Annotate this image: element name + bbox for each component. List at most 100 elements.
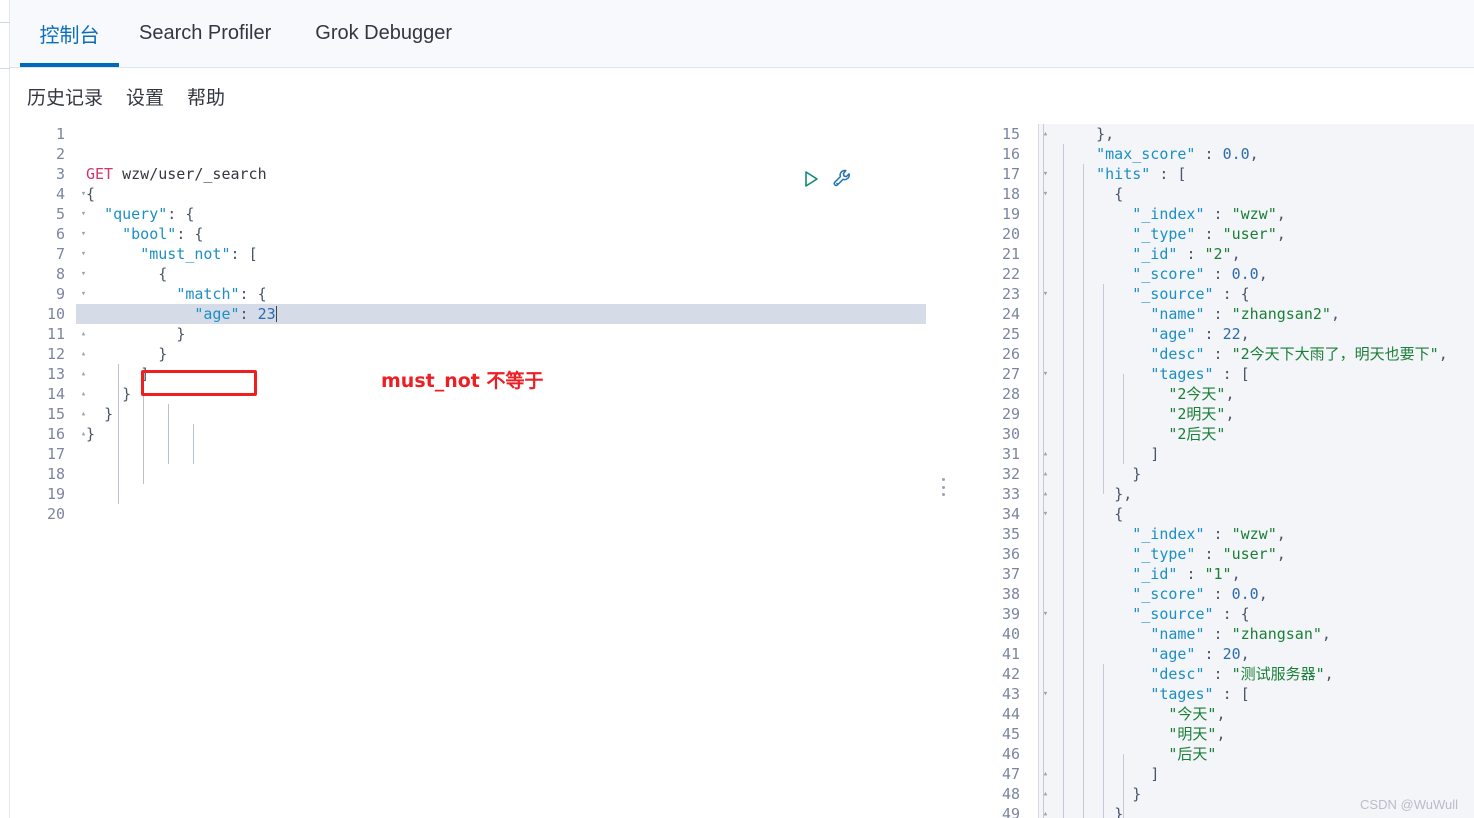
fold-toggle-icon[interactable]: ▾ — [1040, 164, 1051, 184]
tab-search-profiler[interactable]: Search Profiler — [137, 0, 273, 67]
line-number: 35 — [1001, 525, 1020, 543]
line-number: 16 ▴ — [10, 424, 86, 444]
code-line: { — [1114, 505, 1124, 523]
fold-toggle-icon[interactable]: ▾ — [1040, 184, 1051, 204]
fold-toggle-icon[interactable]: ▾ — [1040, 504, 1051, 524]
line-number: 12 ▴ — [10, 344, 86, 364]
line-number: 17 — [46, 445, 65, 463]
wrench-icon[interactable] — [832, 168, 854, 190]
code-line: "明天", — [1168, 725, 1226, 743]
line-number: 34 ▾ — [965, 504, 1048, 524]
line-number: 2 — [55, 145, 65, 163]
fold-toggle-icon[interactable]: ▴ — [1040, 444, 1051, 464]
line-number: 13 ▴ — [10, 364, 86, 384]
line-number: 36 — [1001, 545, 1020, 563]
line-number: 20 — [46, 505, 65, 523]
line-number: 11 ▴ — [10, 324, 86, 344]
fold-toggle-icon[interactable]: ▴ — [1040, 484, 1051, 504]
code-line: { — [1114, 185, 1124, 203]
code-line: "2今天", — [1168, 385, 1235, 403]
code-line: "2明天", — [1168, 405, 1235, 423]
code-line: "name" : "zhangsan", — [1150, 625, 1331, 643]
left-edge-rail — [0, 0, 10, 818]
tab-grok-debugger[interactable]: Grok Debugger — [313, 0, 454, 67]
code-line: ] — [1150, 765, 1160, 783]
line-number: 3 — [55, 165, 65, 183]
code-line: "name" : "zhangsan2", — [1150, 305, 1340, 323]
fold-toggle-icon[interactable]: ▴ — [1040, 464, 1051, 484]
response-gutter: 15 ▴ 16 17 ▾ 18 ▾ 19 20 21 22 23 ▾ 24 25 26 27 ▾ 28 29 30 31 ▴… — [965, 124, 1048, 818]
fold-toggle-icon[interactable]: ▴ — [1040, 764, 1051, 784]
line-number: 4 ▾ — [10, 184, 86, 204]
play-triangle-icon[interactable] — [802, 170, 820, 188]
code-line: } — [1132, 465, 1142, 483]
code-line: }, — [1096, 125, 1115, 143]
fold-toggle-icon[interactable]: ▴ — [1040, 784, 1051, 804]
code-line: "tages" : [ — [1150, 685, 1250, 703]
code-line: "match": { — [176, 285, 267, 303]
code-line: "hits" : [ — [1096, 165, 1187, 183]
line-number: 43 ▾ — [965, 684, 1048, 704]
subnav-help[interactable]: 帮助 — [187, 83, 225, 110]
code-line: "_source" : { — [1132, 285, 1250, 303]
line-number: 48 ▴ — [965, 784, 1048, 804]
code-line: } — [86, 425, 96, 443]
fold-toggle-icon[interactable]: ▾ — [1040, 364, 1051, 384]
response-pane: 15 ▴ 16 17 ▾ 18 ▾ 19 20 21 22 23 ▾ 24 25 26 27 ▾ 28 29 30 31 ▴… — [965, 124, 1474, 818]
subnav-settings[interactable]: 设置 — [126, 83, 164, 110]
line-number: 19 — [46, 485, 65, 503]
pane-resize-handle[interactable] — [936, 476, 950, 498]
code-line: "age" : 22, — [1150, 325, 1250, 343]
console-split-view: 1 2 3 4 ▾ 5 ▾ 6 ▾ 7 ▾ 8 ▾ 9 ▾ 10 11 ▴ 12 ▴ 13 ▴ 14 ▴ 15 ▴ 16 ▴ 17 18 1… — [10, 124, 1474, 818]
line-number: 18 ▾ — [965, 184, 1048, 204]
line-number: 6 ▾ — [10, 224, 86, 244]
code-line: "desc" : "测试服务器", — [1150, 665, 1334, 683]
code-line: "desc" : "2今天下大雨了，明天也要下", — [1150, 345, 1448, 363]
line-number: 14 ▴ — [10, 384, 86, 404]
code-line: "今天", — [1168, 705, 1226, 723]
tab-console[interactable]: 控制台 — [20, 0, 119, 67]
request-gutter: 1 2 3 4 ▾ 5 ▾ 6 ▾ 7 ▾ 8 ▾ 9 ▾ 10 11 ▴ 12 ▴ 13 ▴ 14 ▴ 15 ▴ 16 ▴ 17 18 1… — [10, 124, 86, 818]
code-line: "_source" : { — [1132, 605, 1250, 623]
line-number: 30 — [1001, 425, 1020, 443]
line-number: 28 — [1001, 385, 1020, 403]
line-number: 25 — [1001, 325, 1020, 343]
request-pane: 1 2 3 4 ▾ 5 ▾ 6 ▾ 7 ▾ 8 ▾ 9 ▾ 10 11 ▴ 12 ▴ 13 ▴ 14 ▴ 15 ▴ 16 ▴ 17 18 1… — [10, 124, 926, 818]
fold-toggle-icon[interactable]: ▾ — [1040, 604, 1051, 624]
handle-dot — [941, 478, 945, 481]
tab-search-profiler-label: Search Profiler — [139, 21, 272, 44]
line-number: 27 ▾ — [965, 364, 1048, 384]
fold-toggle-icon[interactable]: ▾ — [1040, 684, 1051, 704]
fold-toggle-icon[interactable]: ▴ — [1040, 124, 1051, 144]
line-number: 49 ▴ — [965, 804, 1048, 818]
line-number: 23 ▾ — [965, 284, 1048, 304]
code-line: { — [158, 265, 168, 283]
tab-console-label: 控制台 — [39, 24, 100, 47]
line-number: 18 — [46, 465, 65, 483]
response-code-area[interactable]: }, "max_score" : 0.0, "hits" : [ { "_ind… — [1038, 124, 1474, 818]
line-number: 19 — [1001, 205, 1020, 223]
line-number: 22 — [1001, 265, 1020, 283]
line-number: 31 ▴ — [965, 444, 1048, 464]
line-number: 42 — [1001, 665, 1020, 683]
code-line: "age": 23 — [194, 305, 277, 323]
code-line: "must_not": [ — [140, 245, 258, 263]
subnav-history[interactable]: 历史记录 — [27, 83, 103, 110]
line-number: 10 — [46, 305, 65, 323]
fold-toggle-icon[interactable]: ▴ — [1040, 804, 1051, 818]
request-code-area[interactable]: GET wzw/user/_search { "query": { "bool":… — [76, 124, 926, 818]
code-line: "_type" : "user", — [1132, 225, 1286, 243]
console-page: 控制台 Search Profiler Grok Debugger 历史记录 设… — [0, 0, 1474, 818]
code-line: { — [86, 185, 96, 203]
rail-divider-top — [0, 22, 10, 23]
handle-dot — [941, 485, 945, 489]
fold-toggle-icon[interactable]: ▾ — [1040, 284, 1051, 304]
line-number: 38 — [1001, 585, 1020, 603]
line-number: 33 ▴ — [965, 484, 1048, 504]
line-number: 41 — [1001, 645, 1020, 663]
code-line: "max_score" : 0.0, — [1096, 145, 1259, 163]
